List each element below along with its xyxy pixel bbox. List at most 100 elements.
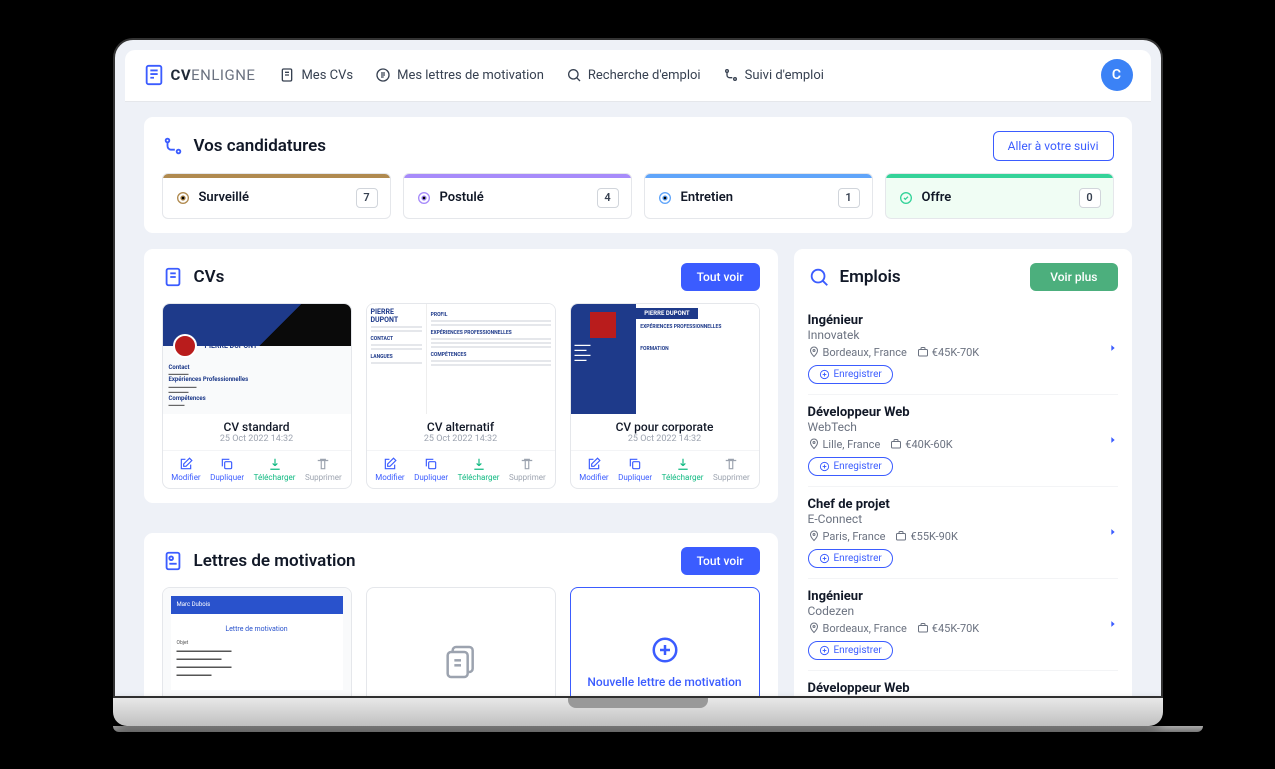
save-job-button[interactable]: Enregistrer <box>808 457 893 476</box>
job-location: Lille, France <box>808 438 881 451</box>
download-icon <box>472 457 486 471</box>
briefcase-icon <box>917 346 929 358</box>
cv-download-button[interactable]: Télécharger <box>662 457 704 482</box>
new-letter-button[interactable]: Nouvelle lettre de motivation <box>570 587 760 696</box>
job-location: Bordeaux, France <box>808 346 907 359</box>
stat-label: Postulé <box>440 190 484 205</box>
job-item[interactable]: IngénieurCodezenBordeaux, France€45K-70K… <box>808 579 1118 671</box>
stat-label: Entretien <box>681 190 734 205</box>
plus-circle-icon <box>650 635 680 665</box>
nav-search[interactable]: Recherche d'emploi <box>566 67 701 83</box>
view-all-cvs-button[interactable]: Tout voir <box>681 263 760 291</box>
save-job-button[interactable]: Enregistrer <box>808 365 893 384</box>
cv-download-button[interactable]: Télécharger <box>254 457 296 482</box>
job-item[interactable]: IngénieurInnovatekBordeaux, France€45K-7… <box>808 303 1118 395</box>
view-all-letters-button[interactable]: Tout voir <box>681 547 760 575</box>
top-navigation: CVENLIGNE Mes CVs Mes lettres de motivat… <box>125 50 1151 102</box>
cv-thumbnail: ▬▬▬▬▬▬▬▬▬▬▬▬▬▬EXPÉRIENCES PROFESSIONNELL… <box>571 304 759 414</box>
location-icon <box>808 346 820 358</box>
duplicate-icon <box>628 457 642 471</box>
cv-delete-button[interactable]: Supprimer <box>713 457 750 482</box>
job-company: E-Connect <box>808 512 1118 526</box>
save-job-button[interactable]: Enregistrer <box>808 641 893 660</box>
cv-card[interactable]: ▬▬▬▬▬▬▬▬▬▬▬▬▬▬EXPÉRIENCES PROFESSIONNELL… <box>570 303 760 489</box>
search-icon <box>808 266 830 288</box>
stat-entretien[interactable]: Entretien 1 <box>644 173 873 219</box>
cv-date: 25 Oct 2022 14:32 <box>163 434 351 450</box>
job-item[interactable]: Chef de projetE-Connect Paris, France €55K… <box>808 487 1118 579</box>
plus-circle-icon <box>819 553 830 564</box>
cv-edit-button[interactable]: Modifier <box>579 457 608 482</box>
cv-delete-button[interactable]: Supprimer <box>305 457 342 482</box>
avatar[interactable]: C <box>1101 59 1133 91</box>
cv-duplicate-button[interactable]: Dupliquer <box>414 457 448 482</box>
letter-placeholder <box>366 587 556 696</box>
stat-label: Offre <box>922 190 952 205</box>
cv-card[interactable]: PIERRE DUPONTContact▬▬▬▬▬Expériences Pro… <box>162 303 352 489</box>
briefcase-icon <box>917 622 929 634</box>
edit-icon <box>587 457 601 471</box>
duplicate-icon <box>220 457 234 471</box>
delete-icon <box>724 457 738 471</box>
cv-duplicate-button[interactable]: Dupliquer <box>618 457 652 482</box>
document-icon <box>279 67 295 83</box>
jobs-panel: Emplois Voir plus IngénieurInnovatekBord… <box>793 248 1133 696</box>
job-company: Innovatek <box>808 328 1118 342</box>
job-title: Chef de projet <box>808 497 1118 512</box>
go-to-tracking-button[interactable]: Aller à votre suivi <box>993 131 1114 161</box>
nav-letters[interactable]: Mes lettres de motivation <box>375 67 544 83</box>
location-icon <box>808 622 820 634</box>
status-icon <box>175 190 191 206</box>
nav-cvs[interactable]: Mes CVs <box>279 67 353 83</box>
search-icon <box>566 67 582 83</box>
plus-circle-icon <box>819 461 830 472</box>
job-location: Bordeaux, France <box>808 622 907 635</box>
stat-label: Surveillé <box>199 190 250 205</box>
job-salary: €55K-90K <box>895 530 957 543</box>
cv-thumbnail: PIERREDUPONTCONTACTLANGUESPROFILEXPÉRIEN… <box>367 304 555 414</box>
location-icon <box>808 530 820 542</box>
status-icon <box>657 190 673 206</box>
brand-logo[interactable]: CVENLIGNE <box>143 62 256 88</box>
job-salary: €45K-70K <box>917 346 979 359</box>
cv-title: CV alternatif <box>367 414 555 434</box>
cv-title: CV pour corporate <box>571 414 759 434</box>
route-icon <box>723 67 739 83</box>
stat-surveillé[interactable]: Surveillé7 <box>162 173 391 219</box>
download-icon <box>676 457 690 471</box>
stat-postulé[interactable]: Postulé4 <box>403 173 632 219</box>
job-salary: €45K-70K <box>917 622 979 635</box>
letter-thumbnail: Marc Dubois Lettre de motivationObjet▬▬▬… <box>163 588 351 696</box>
letters-title: Lettres de motivation <box>194 551 356 571</box>
save-job-button[interactable]: Enregistrer <box>808 549 893 568</box>
applications-title: Vos candidatures <box>194 136 326 156</box>
job-salary: €40K-60K <box>890 438 952 451</box>
stat-count: 0 <box>1079 188 1101 208</box>
cv-title: CV standard <box>163 414 351 434</box>
cv-duplicate-button[interactable]: Dupliquer <box>210 457 244 482</box>
chevron-right-icon <box>1108 341 1118 355</box>
stat-offre[interactable]: Offre 0 <box>885 173 1114 219</box>
documents-icon <box>441 642 481 682</box>
job-company: WebTech <box>808 420 1118 434</box>
cv-card[interactable]: PIERREDUPONTCONTACTLANGUESPROFILEXPÉRIEN… <box>366 303 556 489</box>
briefcase-icon <box>890 438 902 450</box>
cv-download-button[interactable]: Télécharger <box>458 457 500 482</box>
cv-edit-button[interactable]: Modifier <box>171 457 200 482</box>
chevron-right-icon <box>1108 525 1118 539</box>
chevron-right-icon <box>1108 617 1118 631</box>
cv-date: 25 Oct 2022 14:32 <box>571 434 759 450</box>
letter-card[interactable]: Marc Dubois Lettre de motivationObjet▬▬▬… <box>162 587 352 696</box>
job-item[interactable]: Développeur WebWebTechLille, France€40K-… <box>808 395 1118 487</box>
cv-edit-button[interactable]: Modifier <box>375 457 404 482</box>
cv-delete-button[interactable]: Supprimer <box>509 457 546 482</box>
document-icon <box>143 62 165 88</box>
stat-count: 1 <box>838 188 860 208</box>
nav-tracking[interactable]: Suivi d'emploi <box>723 67 824 83</box>
see-more-jobs-button[interactable]: Voir plus <box>1030 263 1117 291</box>
job-item[interactable]: Développeur WebWebcitéLille, France€40K-… <box>808 671 1118 696</box>
job-location: Paris, France <box>808 530 886 543</box>
edit-icon <box>179 457 193 471</box>
document-icon <box>162 266 184 288</box>
status-icon <box>898 190 914 206</box>
